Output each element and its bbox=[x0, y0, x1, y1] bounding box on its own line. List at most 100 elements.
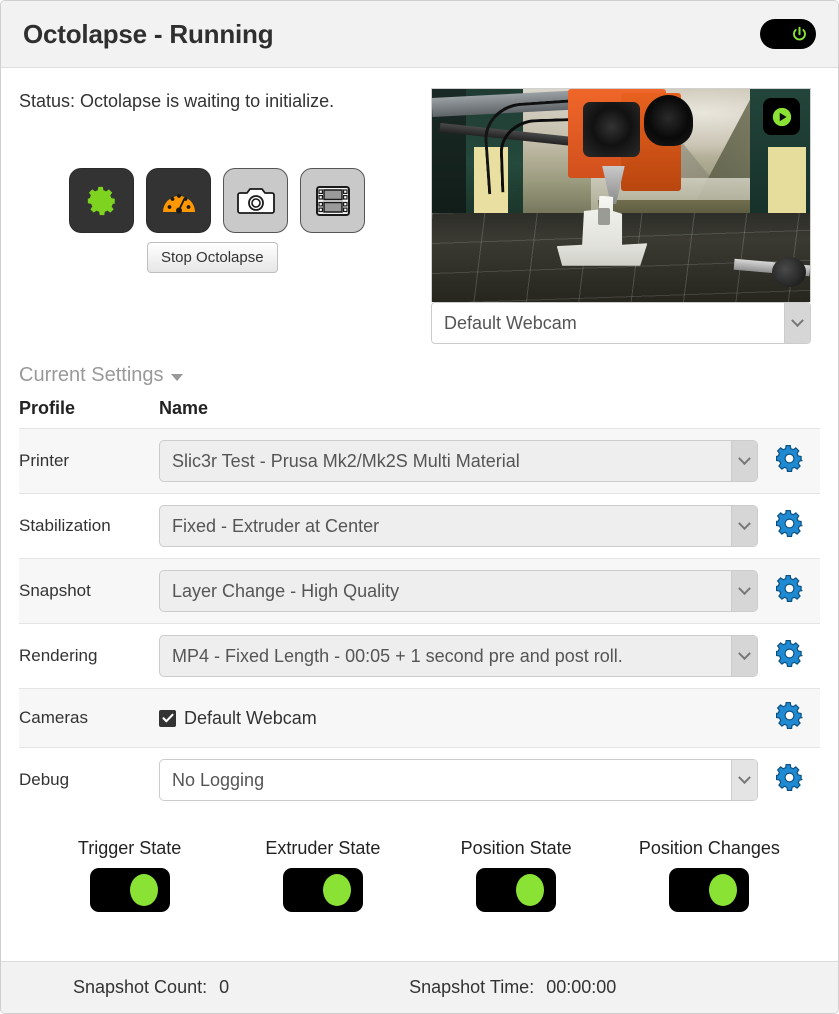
gear-icon bbox=[775, 764, 803, 791]
table-row: Rendering MP4 - Fixed Length - 00:05 + 1… bbox=[19, 623, 820, 689]
stabilization-settings-button[interactable] bbox=[774, 508, 805, 539]
snapshot-count-value: 0 bbox=[219, 977, 230, 997]
state-toggle-row: Trigger State Extruder State Position St… bbox=[19, 838, 820, 912]
toggle-knob bbox=[322, 874, 351, 906]
profile-value-rendering: MP4 - Fixed Length - 00:05 + 1 second pr… bbox=[159, 623, 758, 689]
snapshot-select[interactable]: Layer Change - High Quality bbox=[159, 570, 758, 612]
state-position-changes: Position Changes bbox=[613, 838, 806, 912]
cameras-settings-button[interactable] bbox=[774, 700, 805, 731]
camera-select[interactable]: Default Webcam bbox=[431, 302, 811, 344]
table-row: Snapshot Layer Change - High Quality bbox=[19, 558, 820, 624]
camera-checkbox-label: Default Webcam bbox=[184, 707, 317, 728]
cameras-settings-cell bbox=[758, 688, 820, 748]
chevron-down-icon bbox=[170, 374, 183, 381]
profile-label-stabilization: Stabilization bbox=[19, 493, 159, 559]
snapshot-settings-button[interactable] bbox=[774, 573, 805, 604]
toggle-knob bbox=[516, 874, 545, 906]
table-row: Printer Slic3r Test - Prusa Mk2/Mk2S Mul… bbox=[19, 428, 820, 494]
printer-settings-cell bbox=[758, 428, 820, 494]
action-button-row bbox=[19, 168, 419, 233]
table-row: Cameras Default Webcam bbox=[19, 688, 820, 748]
gear-icon bbox=[775, 445, 803, 472]
profile-value-snapshot: Layer Change - High Quality bbox=[159, 558, 758, 624]
film-icon bbox=[315, 185, 350, 216]
profile-label-rendering: Rendering bbox=[19, 623, 159, 689]
gear-icon bbox=[775, 510, 803, 537]
column-header-actions bbox=[758, 395, 820, 429]
stop-octolapse-button[interactable]: Stop Octolapse bbox=[147, 242, 278, 273]
state-label: Position Changes bbox=[638, 838, 780, 858]
rendering-select-wrap: MP4 - Fixed Length - 00:05 + 1 second pr… bbox=[159, 635, 758, 677]
test-mode-button[interactable] bbox=[146, 168, 211, 233]
state-label: Trigger State bbox=[77, 838, 182, 858]
top-area: Status: Octolapse is waiting to initiali… bbox=[19, 68, 820, 344]
state-trigger: Trigger State bbox=[33, 838, 226, 912]
gear-icon bbox=[775, 575, 803, 602]
gear-icon bbox=[87, 186, 116, 215]
webcam-select-wrap: Default Webcam bbox=[431, 302, 811, 344]
camera-checkbox-line: Default Webcam bbox=[159, 708, 758, 729]
toggle-knob bbox=[129, 874, 158, 906]
profile-value-stabilization: Fixed - Extruder at Center bbox=[159, 493, 758, 559]
snapshot-button[interactable] bbox=[223, 168, 288, 233]
current-settings-toggle[interactable]: Current Settings bbox=[19, 364, 183, 387]
snapshot-time-value: 00:00:00 bbox=[546, 977, 617, 997]
toggle-knob bbox=[709, 874, 738, 906]
rendering-settings-button[interactable] bbox=[774, 638, 805, 669]
table-row: Stabilization Fixed - Extruder at Center bbox=[19, 493, 820, 559]
extruder-state-toggle[interactable] bbox=[282, 868, 363, 912]
play-button[interactable] bbox=[763, 98, 800, 135]
snapshot-time: Snapshot Time: 00:00:00 bbox=[409, 977, 616, 998]
profile-label-cameras: Cameras bbox=[19, 688, 159, 748]
profile-label-printer: Printer bbox=[19, 428, 159, 494]
rendering-settings-cell bbox=[758, 623, 820, 689]
status-and-actions: Status: Octolapse is waiting to initiali… bbox=[19, 88, 419, 344]
position-state-toggle[interactable] bbox=[476, 868, 557, 912]
printer-select[interactable]: Slic3r Test - Prusa Mk2/Mk2S Multi Mater… bbox=[159, 440, 758, 482]
page-title: Octolapse - Running bbox=[23, 18, 274, 49]
webcam-stream bbox=[431, 88, 811, 302]
status-text: Status: Octolapse is waiting to initiali… bbox=[19, 91, 335, 111]
stop-button-row: Stop Octolapse bbox=[19, 242, 419, 273]
debug-settings-cell bbox=[758, 747, 820, 812]
debug-settings-button[interactable] bbox=[774, 762, 805, 793]
snapshot-count: Snapshot Count: 0 bbox=[73, 977, 229, 998]
position-changes-toggle[interactable] bbox=[669, 868, 750, 912]
settings-button[interactable] bbox=[69, 168, 134, 233]
debug-select[interactable]: No Logging bbox=[159, 759, 758, 801]
panel-footer: Snapshot Count: 0 Snapshot Time: 00:00:0… bbox=[1, 961, 838, 1013]
state-extruder: Extruder State bbox=[226, 838, 419, 912]
stabilization-select[interactable]: Fixed - Extruder at Center bbox=[159, 505, 758, 547]
gear-icon bbox=[775, 702, 803, 729]
panel-header: Octolapse - Running bbox=[1, 1, 838, 68]
play-icon bbox=[772, 107, 791, 126]
snapshot-select-wrap: Layer Change - High Quality bbox=[159, 570, 758, 612]
snapshot-count-label: Snapshot Count: bbox=[73, 977, 208, 997]
webcam-wrap: Default Webcam bbox=[431, 88, 811, 344]
stabilization-select-wrap: Fixed - Extruder at Center bbox=[159, 505, 758, 547]
panel-body: Status: Octolapse is waiting to initiali… bbox=[1, 68, 838, 961]
profile-value-debug: No Logging bbox=[159, 747, 758, 812]
state-position: Position State bbox=[420, 838, 613, 912]
printer-settings-button[interactable] bbox=[774, 443, 805, 474]
trigger-state-toggle[interactable] bbox=[89, 868, 170, 912]
settings-header-row: Profile Name bbox=[19, 395, 820, 429]
profile-value-cameras: Default Webcam bbox=[159, 688, 758, 748]
state-label: Position State bbox=[460, 838, 572, 858]
printer-select-wrap: Slic3r Test - Prusa Mk2/Mk2S Multi Mater… bbox=[159, 440, 758, 482]
gauge-icon bbox=[162, 193, 195, 213]
timelapse-button[interactable] bbox=[300, 168, 365, 233]
profile-label-snapshot: Snapshot bbox=[19, 558, 159, 624]
state-label: Extruder State bbox=[265, 838, 381, 858]
check-icon bbox=[161, 713, 174, 723]
power-toggle[interactable] bbox=[760, 19, 816, 49]
power-icon bbox=[793, 26, 806, 40]
rendering-select[interactable]: MP4 - Fixed Length - 00:05 + 1 second pr… bbox=[159, 635, 758, 677]
camera-icon bbox=[236, 187, 275, 214]
printer-scene bbox=[432, 89, 810, 302]
column-header-name: Name bbox=[159, 398, 209, 418]
camera-checkbox[interactable] bbox=[159, 709, 176, 727]
settings-table: Profile Name Printer Slic3r Test - Prusa… bbox=[19, 395, 820, 812]
snapshot-time-label: Snapshot Time: bbox=[409, 977, 535, 997]
gear-icon bbox=[775, 640, 803, 667]
